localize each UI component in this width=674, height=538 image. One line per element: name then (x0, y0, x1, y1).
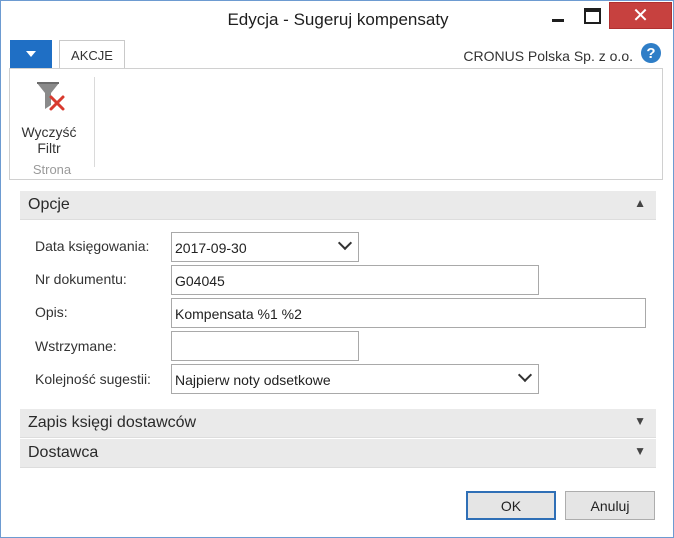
company-name: CRONUS Polska Sp. z o.o. (463, 48, 633, 64)
fasttab-options[interactable]: Opcje ▲ (20, 191, 656, 220)
description-label: Opis: (35, 304, 68, 320)
close-button[interactable]: ✕ (609, 2, 672, 29)
clear-filter-label-line2: Filtr (37, 140, 61, 156)
clear-filter-button[interactable]: Wyczyść Filtr (14, 75, 84, 156)
chevron-up-icon[interactable]: ▲ (634, 196, 646, 210)
document-no-value: G04045 (175, 273, 225, 289)
suggestion-order-dropdown[interactable]: Najpierw noty odsetkowe (171, 364, 539, 394)
document-no-label: Nr dokumentu: (35, 271, 127, 287)
clear-filter-label-line1: Wyczyść (21, 124, 77, 140)
ribbon-panel: Wyczyść Filtr Strona (9, 68, 663, 180)
fasttab-vendor-title: Dostawca (28, 444, 99, 461)
maximize-icon (583, 7, 601, 24)
ribbon-group-label: Strona (32, 162, 72, 177)
chevron-down-icon (517, 367, 533, 383)
posting-date-value: 2017-09-30 (175, 240, 247, 256)
fasttab-vendor-ledger[interactable]: Zapis księgi dostawców ▼ (20, 409, 656, 438)
application-menu-button[interactable] (10, 40, 52, 68)
posting-date-label: Data księgowania: (35, 238, 150, 254)
minimize-icon (552, 18, 564, 22)
fasttab-vendor[interactable]: Dostawca ▼ (20, 439, 656, 468)
suggestion-order-label: Kolejność sugestii: (35, 371, 151, 387)
menu-dropdown-icon (26, 51, 36, 57)
maximize-button[interactable] (575, 2, 609, 29)
cancel-button[interactable]: Anuluj (565, 491, 655, 520)
fasttab-options-title: Opcje (28, 196, 70, 213)
fasttab-vendor-ledger-title: Zapis księgi dostawców (28, 414, 197, 431)
ribbon-tab-bar: AKCJE CRONUS Polska Sp. z o.o. ? (7, 38, 667, 69)
close-icon: ✕ (632, 4, 649, 27)
tab-akcje[interactable]: AKCJE (59, 40, 125, 69)
dialog-window: Edycja - Sugeruj kompensaty ✕ AKCJE CRON… (0, 0, 674, 538)
document-no-field[interactable]: G04045 (171, 265, 539, 295)
clear-filter-icon (37, 82, 65, 111)
ribbon-group-page: Wyczyść Filtr Strona (10, 69, 94, 179)
on-hold-label: Wstrzymane: (35, 338, 117, 354)
dialog-content: Opcje ▲ Data księgowania: 2017-09-30 Nr … (1, 181, 673, 537)
description-value: Kompensata %1 %2 (175, 306, 302, 322)
ribbon-group-divider (94, 77, 95, 167)
suggestion-order-value: Najpierw noty odsetkowe (175, 372, 331, 388)
on-hold-field[interactable] (171, 331, 359, 361)
minimize-button[interactable] (541, 2, 575, 29)
posting-date-dropdown[interactable]: 2017-09-30 (171, 232, 359, 262)
title-bar[interactable]: Edycja - Sugeruj kompensaty ✕ (1, 1, 673, 38)
help-icon[interactable]: ? (641, 43, 661, 63)
chevron-down-icon[interactable]: ▼ (634, 444, 646, 458)
chevron-down-icon (337, 235, 353, 251)
description-field[interactable]: Kompensata %1 %2 (171, 298, 646, 328)
ok-button[interactable]: OK (466, 491, 556, 520)
chevron-down-icon[interactable]: ▼ (634, 414, 646, 428)
